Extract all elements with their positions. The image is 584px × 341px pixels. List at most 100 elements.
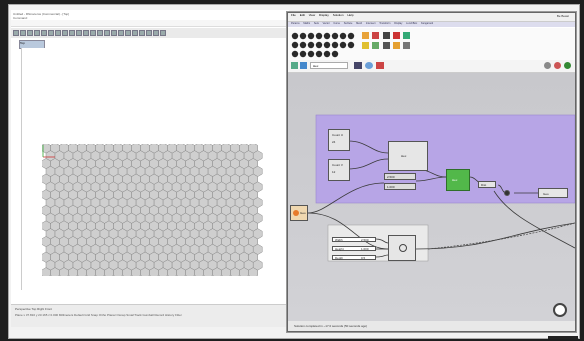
extrude-icon bbox=[399, 244, 407, 252]
gh-status-bar: Solution completed in ~17.0 seconds (50 … bbox=[288, 321, 575, 331]
light-icon[interactable] bbox=[146, 30, 152, 36]
rhino-toolbar bbox=[11, 28, 289, 38]
merge-label: Geo bbox=[543, 192, 549, 196]
sketch-icon[interactable] bbox=[354, 62, 362, 69]
offset-component[interactable]: Hex bbox=[446, 169, 470, 191]
options-icon[interactable] bbox=[160, 30, 166, 36]
gh-canvas-toolbar: Hex bbox=[288, 60, 575, 73]
slider-depth-value: 0.5 bbox=[361, 256, 366, 260]
rhino-status-bar: Plane x 37.810 y 23.165 z 0.000 Millimet… bbox=[15, 313, 182, 317]
paint-icon[interactable] bbox=[376, 62, 384, 69]
save-doc-icon[interactable] bbox=[291, 62, 298, 69]
slider-count-label: Width bbox=[335, 238, 343, 242]
slider-depth-label: Depth bbox=[335, 256, 344, 260]
grasshopper-window: File Edit View Display Solution Help Be … bbox=[287, 12, 576, 332]
slider-count-value: 2.500 bbox=[361, 238, 369, 242]
selected-preview-icon[interactable] bbox=[564, 62, 571, 69]
layer-icon[interactable] bbox=[111, 30, 117, 36]
viewport-tabs[interactable]: Perspective Top Right Front bbox=[11, 305, 289, 313]
point-b-label: Count V bbox=[332, 163, 343, 167]
slider-count[interactable]: Width 2.500 bbox=[332, 237, 376, 242]
point-component-a[interactable]: Count U 24 bbox=[328, 129, 350, 151]
slider-radius-value: 1.000 bbox=[361, 247, 369, 251]
preview-mode-icon[interactable] bbox=[544, 62, 551, 69]
point-component-b[interactable]: Count V 12 bbox=[328, 159, 350, 181]
resize-bar bbox=[548, 336, 578, 339]
select-icon[interactable] bbox=[104, 30, 110, 36]
gh-component-palette[interactable] bbox=[288, 28, 575, 61]
gh-tab-curve[interactable]: Curve bbox=[333, 22, 340, 25]
slider-radius[interactable]: Height 1.000 bbox=[332, 246, 376, 251]
material-icon[interactable] bbox=[139, 30, 145, 36]
copy-icon[interactable] bbox=[48, 30, 54, 36]
slider-height[interactable]: 1.000 bbox=[384, 183, 416, 190]
render-icon[interactable] bbox=[132, 30, 138, 36]
shaded-preview-icon[interactable] bbox=[554, 62, 561, 69]
gh-tab-lunchbox[interactable]: LunchBox bbox=[406, 22, 417, 25]
rhino-menubar: File Edit View Curve Surface Solid Mesh … bbox=[11, 20, 289, 34]
preview-eye-icon[interactable] bbox=[365, 62, 373, 69]
hex-grid-component[interactable]: Hex bbox=[388, 141, 428, 171]
zoom-icon[interactable] bbox=[300, 62, 307, 69]
osnap-icon[interactable] bbox=[125, 30, 131, 36]
new-icon[interactable] bbox=[13, 30, 19, 36]
geometry-param[interactable]: Geo bbox=[290, 205, 308, 221]
rhino-bottom-bar: Perspective Top Right Front Plane x 37.8… bbox=[11, 304, 289, 327]
gh-window-title: Be Beast bbox=[556, 14, 569, 18]
gh-tab-transform[interactable]: Transform bbox=[379, 22, 390, 25]
gh-menu-display[interactable]: Display bbox=[319, 13, 329, 17]
extrude-component[interactable] bbox=[388, 235, 416, 261]
point-b-value: 12 bbox=[332, 170, 336, 174]
slider-width-value: 2.500 bbox=[387, 175, 395, 179]
zoom-icon[interactable] bbox=[83, 30, 89, 36]
rotate-icon[interactable] bbox=[76, 30, 82, 36]
gh-tab-intersect[interactable]: Intersect bbox=[366, 22, 376, 25]
gh-menu-solution[interactable]: Solution bbox=[333, 13, 344, 17]
properties-icon[interactable] bbox=[118, 30, 124, 36]
geometry-param-label: Geo bbox=[300, 211, 306, 215]
gh-canvas[interactable]: Count U 24 Count V 12 Hex 2.500 1.000 He… bbox=[288, 73, 575, 321]
play-icon[interactable] bbox=[553, 303, 567, 317]
gh-tab-kangaroo[interactable]: Kangaroo2 bbox=[421, 22, 433, 25]
slider-radius-label: Height bbox=[335, 247, 344, 251]
slider-depth[interactable]: Depth 0.5 bbox=[332, 255, 376, 260]
document-name-field[interactable]: Hex bbox=[310, 62, 348, 69]
hex-grid-label: Hex bbox=[401, 154, 407, 158]
slider-height-value: 1.000 bbox=[387, 185, 395, 189]
distance-component[interactable]: Dist bbox=[478, 181, 496, 188]
gh-tab-mesh[interactable]: Mesh bbox=[356, 22, 362, 25]
gh-menu-help[interactable]: Help bbox=[347, 13, 353, 17]
hexagon-grid bbox=[42, 144, 263, 276]
point-a-value: 24 bbox=[332, 140, 336, 144]
pan-icon[interactable] bbox=[69, 30, 75, 36]
undo-icon[interactable] bbox=[62, 30, 68, 36]
paste-icon[interactable] bbox=[55, 30, 61, 36]
gh-menu-edit[interactable]: Edit bbox=[300, 13, 305, 17]
rhino-window: Untitled - Rhinoceros (Commercial) - [To… bbox=[11, 10, 290, 327]
save-icon[interactable] bbox=[27, 30, 33, 36]
offset-component-label: Hex bbox=[452, 178, 458, 182]
cut-icon[interactable] bbox=[41, 30, 47, 36]
grasshopper-icon[interactable] bbox=[153, 30, 159, 36]
print-icon[interactable] bbox=[34, 30, 40, 36]
gh-menu-view[interactable]: View bbox=[309, 13, 315, 17]
relay-dot[interactable] bbox=[504, 190, 510, 196]
point-a-label: Count U bbox=[332, 133, 344, 137]
distance-label: Dist bbox=[481, 183, 487, 187]
gh-component-tabs: Params Maths Sets Vector Curve Surface M… bbox=[288, 22, 575, 27]
open-icon[interactable] bbox=[20, 30, 26, 36]
gh-tab-maths[interactable]: Maths bbox=[303, 22, 310, 25]
gh-tab-params[interactable]: Params bbox=[291, 22, 300, 25]
merge-component[interactable]: Geo bbox=[538, 188, 568, 198]
gh-tab-surface[interactable]: Surface bbox=[344, 22, 353, 25]
gh-menu-file[interactable]: File bbox=[291, 13, 296, 17]
slider-width[interactable]: 2.500 bbox=[384, 173, 416, 180]
gh-tab-vector[interactable]: Vector bbox=[323, 22, 330, 25]
zoom-extents-icon[interactable] bbox=[97, 30, 103, 36]
gh-tab-display[interactable]: Display bbox=[394, 22, 402, 25]
gh-menubar: File Edit View Display Solution Help Be … bbox=[288, 13, 575, 22]
zoom-window-icon[interactable] bbox=[90, 30, 96, 36]
top-viewport[interactable] bbox=[21, 48, 290, 290]
gh-tab-sets[interactable]: Sets bbox=[314, 22, 319, 25]
geometry-param-icon bbox=[293, 210, 299, 216]
